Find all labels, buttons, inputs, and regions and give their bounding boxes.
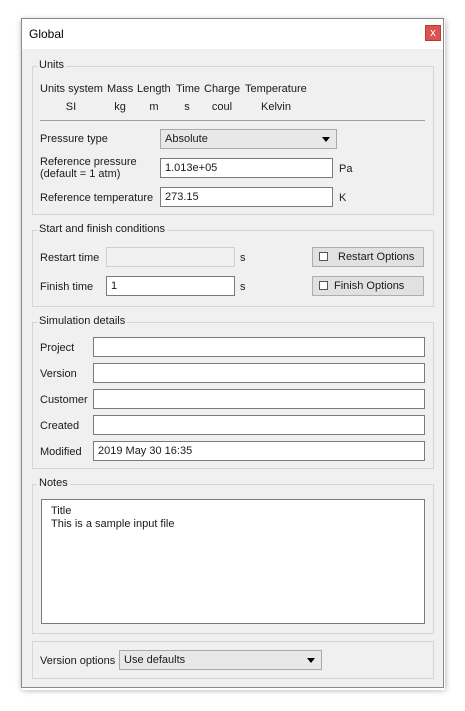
reference-pressure-unit: Pa <box>339 163 353 175</box>
time-value: s <box>184 101 190 113</box>
close-button[interactable]: x <box>425 25 441 41</box>
reference-pressure-input[interactable]: 1.013e+05 <box>160 158 333 178</box>
chevron-down-icon <box>307 658 315 663</box>
modified-label: Modified <box>40 446 82 458</box>
finish-options-label: Finish Options <box>334 280 405 292</box>
project-label: Project <box>40 342 75 354</box>
finish-options-button[interactable]: Finish Options <box>312 276 424 296</box>
version-options-label: Version options <box>40 655 116 667</box>
pressure-type-select[interactable]: Absolute <box>160 129 337 149</box>
charge-header: Charge <box>204 83 241 95</box>
pressure-type-label: Pressure type <box>40 133 108 145</box>
finish-options-checkbox[interactable] <box>319 281 328 290</box>
notes-legend: Notes <box>37 477 70 489</box>
version-input[interactable] <box>93 363 425 383</box>
finish-time-label: Finish time <box>40 281 94 293</box>
modified-input[interactable]: 2019 May 30 16:35 <box>93 441 425 461</box>
restart-time-input[interactable] <box>106 247 235 267</box>
mass-value: kg <box>114 101 126 113</box>
reference-pressure-default-label: (default = 1 atm) <box>40 168 121 180</box>
units-divider <box>40 120 425 121</box>
reference-temperature-label: Reference temperature <box>40 192 154 204</box>
chevron-down-icon <box>322 137 330 142</box>
reference-pressure-label: Reference pressure <box>40 156 137 168</box>
length-header: Length <box>137 83 171 95</box>
notes-textarea[interactable]: Title This is a sample input file <box>41 499 425 624</box>
restart-options-label: Restart Options <box>338 251 415 263</box>
created-label: Created <box>40 420 80 432</box>
charge-value: coul <box>211 101 233 113</box>
project-input[interactable] <box>93 337 425 357</box>
restart-time-label: Restart time <box>40 252 100 264</box>
finish-time-input[interactable]: 1 <box>106 276 235 296</box>
restart-options-button[interactable]: Restart Options <box>312 247 424 267</box>
reference-temperature-input[interactable]: 273.15 <box>160 187 333 207</box>
restart-options-checkbox[interactable] <box>319 252 328 261</box>
global-dialog: Global x Units Units system Mass Length … <box>21 18 444 688</box>
simulation-details-legend: Simulation details <box>37 315 128 327</box>
version-options-value: Use defaults <box>124 654 186 666</box>
units-legend: Units <box>37 59 67 71</box>
temperature-header: Temperature <box>245 83 307 95</box>
units-system-value: SI <box>65 101 77 113</box>
title-bar: Global x <box>22 19 443 49</box>
length-value: m <box>149 101 159 113</box>
customer-input[interactable] <box>93 389 425 409</box>
time-header: Time <box>176 83 201 95</box>
temperature-value: Kelvin <box>261 101 291 113</box>
finish-time-unit: s <box>240 281 246 293</box>
units-system-header: Units system <box>40 83 103 95</box>
restart-time-unit: s <box>240 252 246 264</box>
mass-header: Mass <box>107 83 134 95</box>
reference-temperature-unit: K <box>339 192 347 204</box>
customer-label: Customer <box>40 394 88 406</box>
version-options-select[interactable]: Use defaults <box>119 650 322 670</box>
start-finish-legend: Start and finish conditions <box>37 223 167 235</box>
dialog-title: Global <box>29 27 64 41</box>
pressure-type-value: Absolute <box>165 133 208 145</box>
version-label: Version <box>40 368 77 380</box>
created-input[interactable] <box>93 415 425 435</box>
